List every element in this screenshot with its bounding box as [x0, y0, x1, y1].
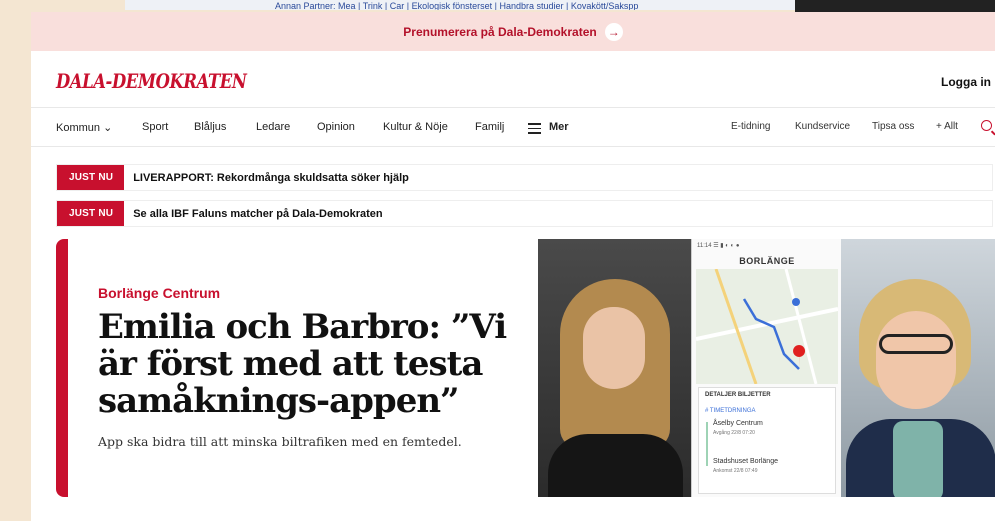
site-logo[interactable]: DALA-DEMOKRATEN: [56, 69, 247, 93]
just-nu-badge: JUST NU: [57, 165, 125, 190]
trip-details-card: DETALJER BILJETTER # TIMETDRNINGA Åselby…: [698, 387, 836, 494]
partner-links[interactable]: Annan Partner: Mea | Trink | Car | Ekolo…: [275, 1, 638, 10]
breaking-news-item[interactable]: JUST NU Se alla IBF Faluns matcher på Da…: [56, 200, 993, 227]
breaking-news-item[interactable]: JUST NU LIVERAPPORT: Rekordmånga skuldsa…: [56, 164, 993, 191]
search-icon[interactable]: [981, 120, 992, 131]
phone-app-title: BORLÄNGE: [739, 256, 795, 266]
arrow-right-icon: →: [604, 22, 623, 41]
photo-woman-left: [538, 239, 691, 497]
just-nu-badge: JUST NU: [57, 201, 125, 226]
story-headline[interactable]: Emilia och Barbro: ”Vi är först med att …: [98, 309, 518, 420]
nav-kommun[interactable]: Kommun ⌄: [56, 121, 112, 134]
lead-story-image[interactable]: 11:14 ☰ ▮ ◐ ◐ ● BORLÄNGE DETALJER BILJET…: [538, 239, 995, 497]
story-kicker[interactable]: Borlänge Centrum: [98, 285, 220, 301]
breaking-news-text[interactable]: Se alla IBF Faluns matcher på Dala-Demok…: [133, 208, 382, 220]
story-lede: App ska bidra till att minska biltrafike…: [98, 434, 462, 449]
nav-familj[interactable]: Familj: [475, 121, 504, 133]
hamburger-menu-icon[interactable]: [528, 123, 541, 137]
nav-tipsa-oss[interactable]: Tipsa oss: [872, 121, 914, 132]
nav-opinion[interactable]: Opinion: [317, 121, 355, 133]
lead-story-card[interactable]: Borlänge Centrum Emilia och Barbro: ”Vi …: [56, 239, 548, 497]
login-button[interactable]: Logga in: [941, 75, 991, 89]
nav-sport[interactable]: Sport: [142, 121, 168, 133]
map-graphic: [695, 268, 839, 385]
nav-ledare[interactable]: Ledare: [256, 121, 290, 133]
nav-kundservice[interactable]: Kundservice: [795, 121, 850, 132]
phone-status-bar: 11:14 ☰ ▮ ◐ ◐ ●: [697, 243, 740, 249]
subscribe-label: Prenumerera på Dala-Demokraten: [403, 24, 597, 39]
nav-allt[interactable]: + Allt: [936, 121, 958, 132]
top-partner-strip: Annan Partner: Mea | Trink | Car | Ekolo…: [125, 0, 825, 10]
nav-kultur-noje[interactable]: Kultur & Nöje: [383, 121, 448, 133]
phone-app-screenshot: 11:14 ☰ ▮ ◐ ◐ ● BORLÄNGE DETALJER BILJET…: [691, 239, 843, 497]
main-navigation: Kommun ⌄ Sport Blåljus Ledare Opinion Ku…: [31, 107, 995, 147]
top-dark-area: [795, 0, 995, 12]
nav-blaljus[interactable]: Blåljus: [194, 121, 226, 133]
news-page: Prenumerera på Dala-Demokraten → DALA-DE…: [31, 12, 995, 521]
breaking-news-text[interactable]: LIVERAPPORT: Rekordmånga skuldsatta söke…: [133, 172, 409, 184]
photo-woman-right: [841, 239, 995, 497]
nav-mer[interactable]: Mer: [549, 121, 569, 133]
nav-e-tidning[interactable]: E-tidning: [731, 121, 770, 132]
subscribe-banner[interactable]: Prenumerera på Dala-Demokraten →: [31, 12, 995, 51]
masthead: DALA-DEMOKRATEN Logga in: [31, 51, 995, 106]
